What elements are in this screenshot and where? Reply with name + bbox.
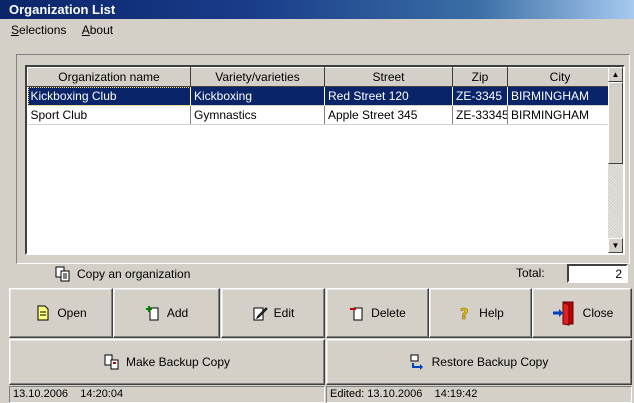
delete-button[interactable]: Delete — [326, 288, 429, 338]
backup-icon — [104, 354, 119, 370]
add-document-icon — [145, 306, 159, 321]
cell-street[interactable]: Apple Street 345 — [324, 105, 453, 125]
restore-icon — [410, 354, 423, 370]
menu-bar: Selections About — [0, 19, 634, 41]
menu-about-label: bout — [89, 23, 114, 37]
column-header-street[interactable]: Street — [324, 67, 453, 87]
cell-city[interactable]: BIRMINGHAM — [507, 105, 613, 125]
cell-city[interactable]: BIRMINGHAM — [507, 86, 613, 106]
delete-button-label: Delete — [371, 306, 406, 320]
restore-backup-button[interactable]: Restore Backup Copy — [326, 339, 632, 385]
cell-variety[interactable]: Gymnastics — [190, 105, 325, 125]
add-button[interactable]: Add — [113, 288, 220, 338]
menu-selections-label: elections — [19, 23, 67, 37]
edit-pencil-icon — [253, 307, 268, 321]
help-button-label: Help — [479, 306, 504, 320]
open-button[interactable]: Open — [9, 288, 113, 338]
exit-door-icon — [552, 301, 574, 326]
help-button[interactable]: ? Help — [429, 288, 532, 338]
column-header-variety[interactable]: Variety/varieties — [190, 67, 325, 87]
column-header-name[interactable]: Organization name — [27, 67, 191, 87]
close-button[interactable]: Close — [532, 288, 632, 338]
close-button-label: Close — [582, 306, 614, 320]
scroll-up-arrow-icon[interactable]: ▲ — [608, 67, 623, 82]
cell-name[interactable]: Kickboxing Club — [27, 86, 191, 106]
organization-grid[interactable]: Organization name Variety/varieties Stre… — [25, 65, 625, 255]
add-button-label: Add — [166, 306, 189, 320]
menu-selections-mnemonic: S — [11, 23, 20, 37]
table-row[interactable]: Kickboxing Club Kickboxing Red Street 12… — [27, 86, 613, 106]
scroll-down-arrow-icon[interactable]: ▼ — [608, 238, 623, 253]
edit-button[interactable]: Edit — [221, 288, 325, 338]
total-value: 2 — [567, 264, 628, 283]
copy-icon — [55, 266, 70, 282]
help-question-icon: ? — [460, 305, 469, 321]
column-header-city[interactable]: City — [507, 67, 613, 87]
copy-organization-button[interactable]: Copy an organization — [55, 266, 190, 282]
open-document-icon — [37, 305, 49, 321]
cell-zip[interactable]: ZE-33345 — [452, 105, 508, 125]
menu-about[interactable]: About — [82, 23, 113, 37]
cell-street[interactable]: Red Street 120 — [324, 86, 453, 106]
delete-document-icon — [350, 307, 363, 321]
vertical-scrollbar[interactable]: ▲ ▼ — [608, 67, 623, 253]
window-title: Organization List — [0, 0, 634, 19]
cell-variety[interactable]: Kickboxing — [190, 86, 325, 106]
edit-button-label: Edit — [273, 306, 295, 320]
svg-text:?: ? — [460, 305, 469, 321]
cell-zip[interactable]: ZE-3345 — [452, 86, 508, 106]
menu-selections[interactable]: Selections — [11, 23, 66, 37]
column-header-zip[interactable]: Zip — [452, 67, 508, 87]
scroll-thumb[interactable] — [608, 82, 623, 164]
make-backup-label: Make Backup Copy — [125, 355, 231, 369]
status-current-datetime: 13.10.2006 14:20:04 — [9, 386, 325, 403]
total-label: Total: — [516, 266, 545, 280]
status-bar: 13.10.2006 14:20:04 Edited: 13.10.2006 1… — [0, 385, 634, 403]
menu-about-mnemonic: A — [81, 23, 90, 37]
copy-organization-label: Copy an organization — [77, 267, 191, 281]
list-panel: Organization name Variety/varieties Stre… — [16, 54, 630, 264]
cell-name[interactable]: Sport Club — [27, 105, 191, 125]
table-row[interactable]: Sport Club Gymnastics Apple Street 345 Z… — [27, 105, 613, 125]
make-backup-button[interactable]: Make Backup Copy — [9, 339, 325, 385]
open-button-label: Open — [57, 306, 87, 320]
restore-backup-label: Restore Backup Copy — [431, 355, 549, 369]
status-edited-datetime: Edited: 13.10.2006 14:19:42 — [326, 386, 632, 403]
